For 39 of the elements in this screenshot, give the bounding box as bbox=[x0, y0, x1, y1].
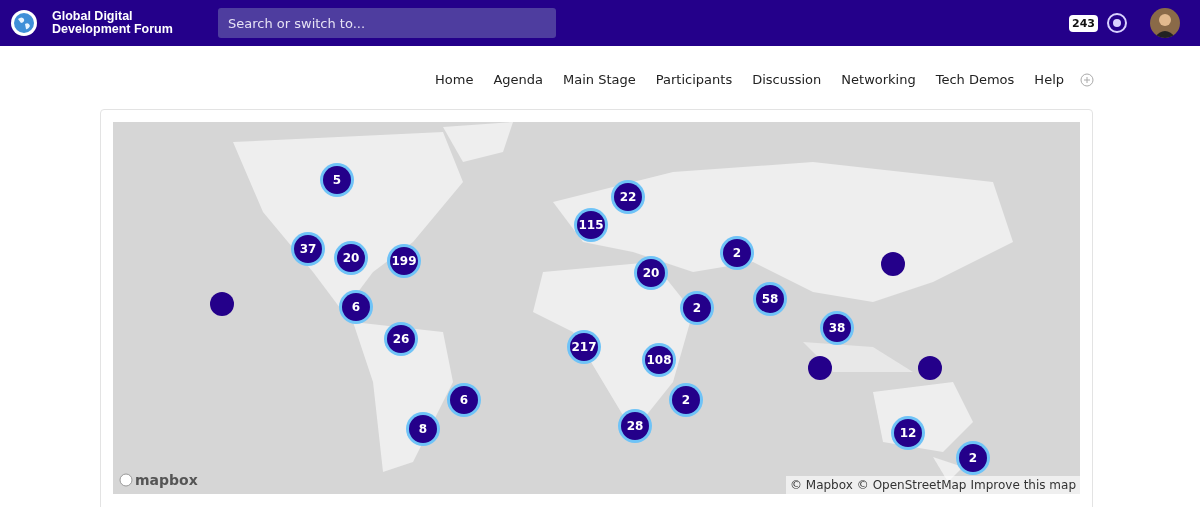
globe-logo-icon bbox=[8, 7, 40, 39]
nav-link[interactable]: Discussion bbox=[752, 72, 822, 87]
nav-link[interactable]: Networking bbox=[841, 72, 916, 87]
cluster-marker[interactable]: 20 bbox=[637, 259, 665, 287]
nav-link[interactable]: Agenda bbox=[493, 72, 544, 87]
cluster-marker[interactable]: 28 bbox=[621, 412, 649, 440]
cluster-marker[interactable]: 6 bbox=[342, 293, 370, 321]
nav-link[interactable]: Participants bbox=[655, 72, 733, 87]
nav-link[interactable]: Home bbox=[435, 72, 474, 87]
attribution-link[interactable]: Improve this map bbox=[970, 478, 1076, 492]
cluster-marker[interactable]: 22 bbox=[614, 183, 642, 211]
cluster-marker[interactable]: 8 bbox=[409, 415, 437, 443]
cluster-marker[interactable]: 2 bbox=[723, 239, 751, 267]
cluster-marker[interactable]: 108 bbox=[645, 346, 673, 374]
search-field[interactable]: Search or switch to... bbox=[218, 8, 556, 38]
cluster-marker[interactable]: 20 bbox=[337, 244, 365, 272]
map-logo[interactable]: mapbox bbox=[119, 472, 198, 488]
ring-icon[interactable] bbox=[1106, 12, 1128, 34]
nav-link[interactable]: Main Stage bbox=[563, 72, 636, 87]
cluster-marker[interactable]: 38 bbox=[823, 314, 851, 342]
cluster-marker[interactable]: 37 bbox=[294, 235, 322, 263]
site-title[interactable]: Global Digital Development Forum bbox=[52, 10, 192, 36]
cluster-marker[interactable]: 2 bbox=[672, 386, 700, 414]
cluster-marker[interactable]: 12 bbox=[894, 419, 922, 447]
cluster-marker[interactable]: 5 bbox=[323, 166, 351, 194]
cluster-marker[interactable]: 58 bbox=[756, 285, 784, 313]
cluster-marker[interactable]: 115 bbox=[577, 211, 605, 239]
cluster-marker[interactable]: 6 bbox=[450, 386, 478, 414]
nav-link[interactable]: Help bbox=[1034, 72, 1064, 87]
cluster-marker[interactable]: 2 bbox=[683, 294, 711, 322]
avatar[interactable] bbox=[1150, 8, 1180, 38]
nav-link[interactable]: Tech Demos bbox=[935, 72, 1015, 87]
online-count: 243 bbox=[1069, 14, 1098, 32]
cluster-marker[interactable]: 2 bbox=[959, 444, 987, 472]
cluster-marker[interactable]: 199 bbox=[390, 247, 418, 275]
cluster-marker[interactable]: 217 bbox=[570, 333, 598, 361]
cluster-marker[interactable]: 26 bbox=[387, 325, 415, 353]
attribution-link[interactable]: © Mapbox bbox=[789, 478, 853, 492]
attribution-link[interactable]: © OpenStreetMap bbox=[856, 478, 967, 492]
